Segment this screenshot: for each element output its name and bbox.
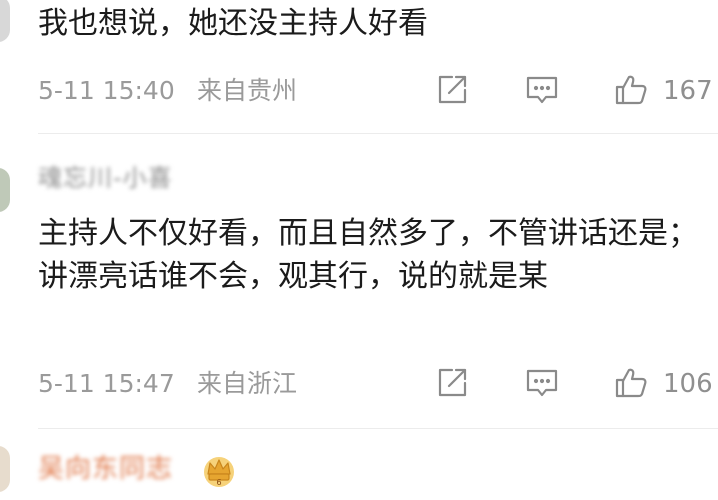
comment-meta: 5-11 15:47 来自浙江 106 — [38, 366, 718, 400]
comment-icon[interactable] — [525, 73, 559, 107]
like-icon[interactable] — [614, 73, 648, 107]
comment-source: 来自浙江 — [197, 369, 298, 398]
svg-text:6: 6 — [216, 478, 221, 487]
comment-icon[interactable] — [525, 366, 559, 400]
like-count: 106 — [663, 369, 713, 399]
like-count: 167 — [663, 76, 713, 106]
comment-meta: 5-11 15:40 来自贵州 167 — [38, 73, 718, 107]
comment-text: 我也想说，她还没主持人好看 — [38, 6, 428, 41]
divider — [38, 428, 718, 429]
avatar[interactable] — [0, 0, 10, 42]
comment-text: 主持人不仅好看，而且自然多了，不管讲话还是； 讲漂亮话谁不会，观其行，说的就是某 — [38, 216, 698, 294]
username[interactable]: 魂忘川-小喜 — [38, 162, 173, 194]
avatar[interactable] — [0, 446, 10, 492]
avatar[interactable] — [0, 168, 10, 212]
comment-source: 来自贵州 — [197, 76, 298, 105]
comment-time: 5-11 15:40 — [38, 76, 175, 105]
username[interactable]: 吴向东同志 — [38, 452, 173, 486]
like-icon[interactable] — [614, 366, 648, 400]
repost-icon[interactable] — [435, 73, 469, 107]
crown-badge-icon: 6 — [201, 454, 237, 488]
comment-time: 5-11 15:47 — [38, 369, 175, 398]
repost-icon[interactable] — [435, 366, 469, 400]
divider — [38, 133, 718, 134]
